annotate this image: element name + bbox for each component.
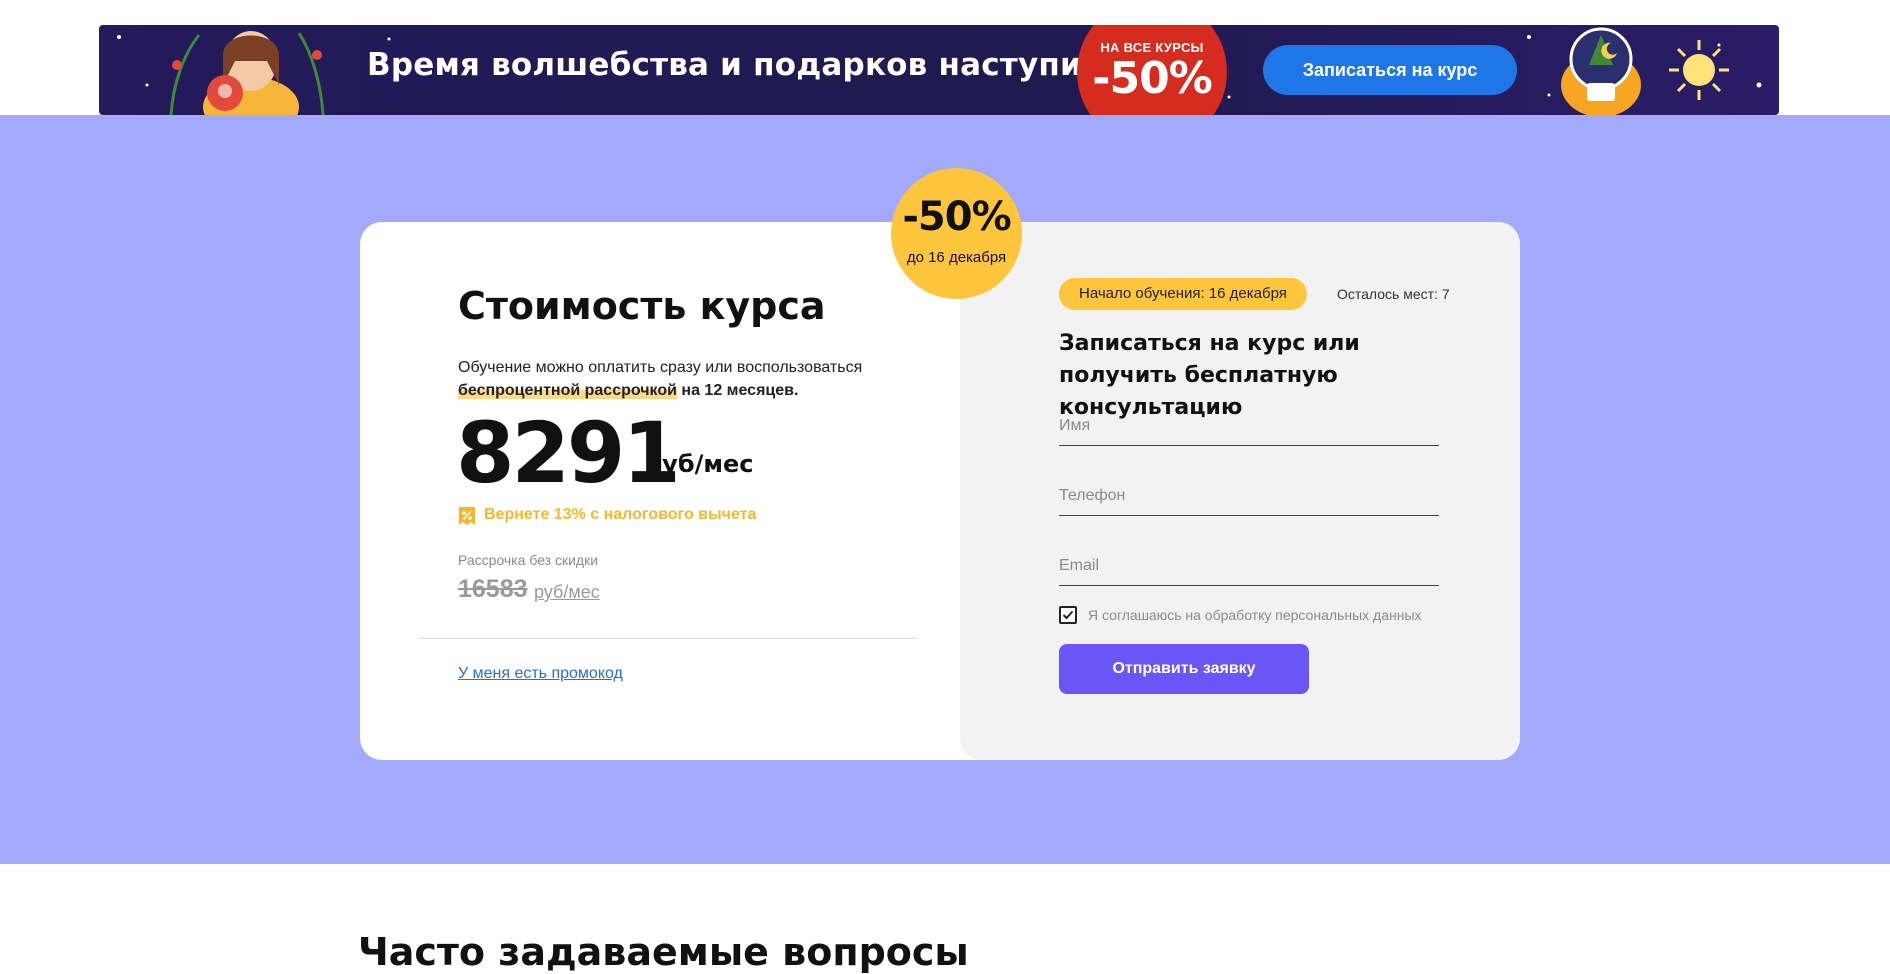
installment-label: Рассрочка без скидки (458, 552, 599, 568)
faq-title: Часто задаваемые вопросы (358, 930, 969, 974)
tax-refund-note: Вернете 13% с налогового вычета (484, 506, 757, 523)
price-description: Обучение можно оплатить сразу или воспол… (458, 356, 898, 402)
percent-tag-icon (459, 507, 475, 525)
price-title: Стоимость курса (458, 284, 826, 328)
installment-term: на 12 месяцев. (681, 382, 799, 399)
seats-left: Осталось мест: 7 (1337, 286, 1450, 302)
sale-badge-value: -50% (1092, 53, 1213, 104)
promo-code-link[interactable]: У меня есть промокод (458, 665, 623, 683)
price-unit: руб/мес (645, 450, 754, 478)
discount-badge-deadline: до 16 декабря (906, 249, 1007, 266)
girl-illustration (169, 31, 325, 115)
phone-input[interactable] (1059, 477, 1439, 516)
installment-highlight: беспроцентной рассрочкой (458, 382, 677, 399)
promo-banner[interactable]: Время волшебства и подарков наступило! Н… (99, 25, 1779, 115)
pricing-card: Стоимость курса Обучение можно оплатить … (360, 222, 1520, 760)
name-input[interactable] (1059, 407, 1439, 446)
submit-button[interactable]: Отправить заявку (1059, 644, 1309, 694)
enroll-form: Начало обучения: 16 декабря Осталось мес… (960, 222, 1520, 760)
consent-label: Я соглашаюсь на обработку персональных д… (1088, 607, 1422, 623)
banner-enroll-button[interactable]: Записаться на курс (1263, 45, 1517, 95)
sale-badge: НА ВСЕ КУРСЫ -50% (1077, 25, 1227, 115)
price-description-text: Обучение можно оплатить сразу или воспол… (458, 359, 863, 376)
old-price: 16583 (458, 575, 528, 603)
discount-badge-value: -50% (902, 194, 1011, 240)
start-date-badge: Начало обучения: 16 декабря (1059, 278, 1307, 310)
snow-globe-illustration (1561, 27, 1729, 115)
divider (418, 638, 918, 639)
banner-headline: Время волшебства и подарков наступило! (367, 47, 1141, 83)
checkmark-icon (1062, 610, 1074, 620)
discount-badge: -50% до 16 декабря (891, 168, 1022, 299)
old-price-unit: руб/мес (534, 582, 600, 602)
consent-checkbox[interactable] (1059, 606, 1077, 624)
email-input[interactable] (1059, 547, 1439, 586)
